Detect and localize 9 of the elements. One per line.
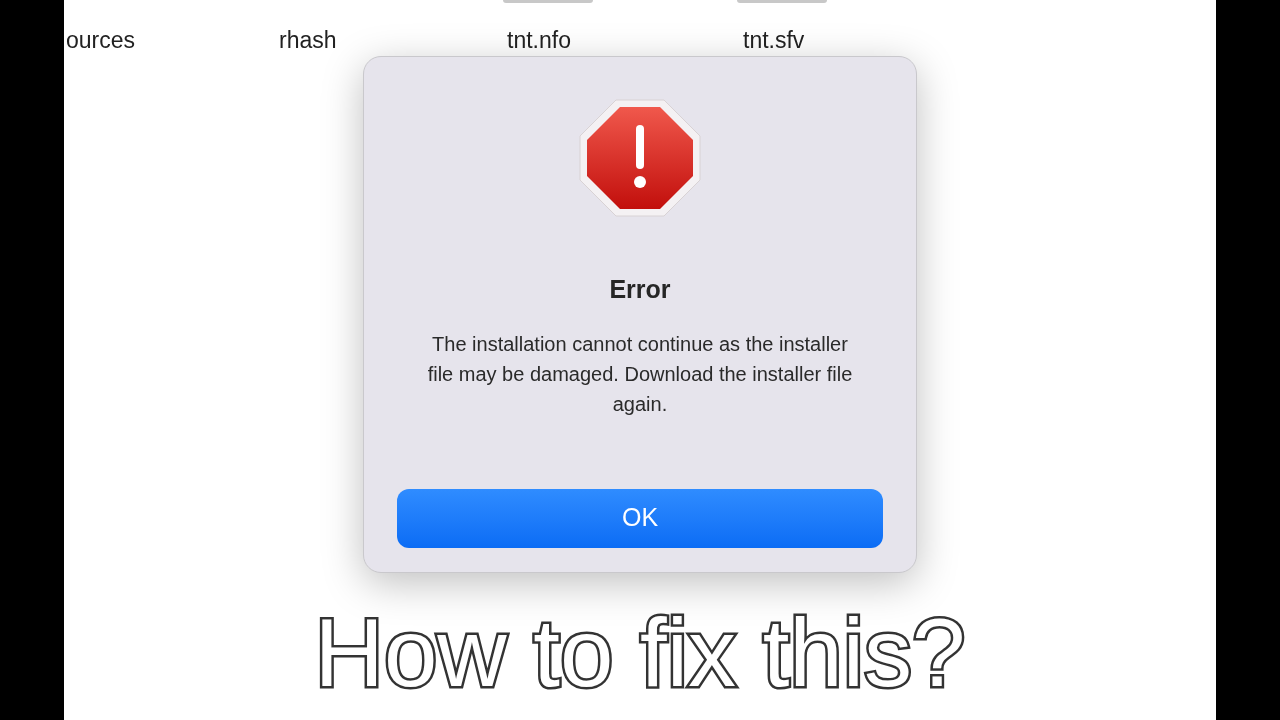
caption: How to fix this? xyxy=(313,598,967,708)
stop-sign-icon xyxy=(578,98,702,218)
file-name[interactable]: tnt.sfv xyxy=(743,26,805,54)
file-name[interactable]: rhash xyxy=(279,26,337,54)
dialog-title: Error xyxy=(609,274,671,305)
ok-button[interactable]: OK xyxy=(397,488,883,548)
file-name[interactable]: tnt.nfo xyxy=(507,26,571,54)
file-name[interactable]: ources xyxy=(66,26,136,54)
dialog-message: The installation cannot continue as the installer file may be damaged. Download the installer file again. xyxy=(426,331,854,417)
